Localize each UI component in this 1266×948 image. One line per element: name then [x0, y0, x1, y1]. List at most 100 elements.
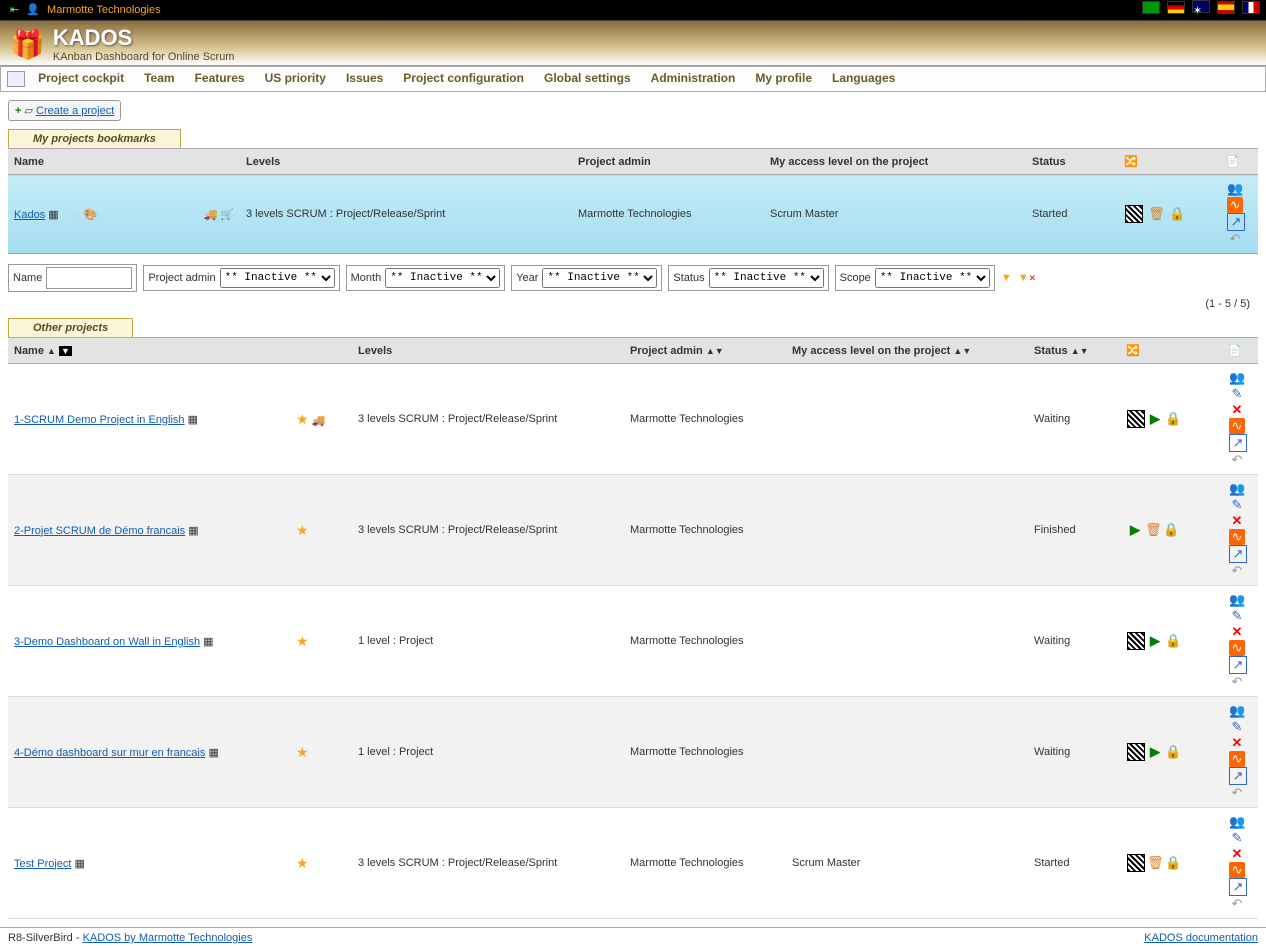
edit-icon[interactable]: ✎: [1229, 608, 1245, 624]
lock-icon[interactable]: 🔒: [1165, 411, 1181, 427]
undo-icon[interactable]: ↶: [1229, 785, 1245, 801]
lock-icon[interactable]: 🔒: [1169, 206, 1185, 222]
col2-name[interactable]: Name ▲ ▼: [8, 338, 290, 364]
trash-icon[interactable]: 🗑: [1145, 522, 1161, 538]
external-icon[interactable]: ↗: [1229, 878, 1247, 896]
grid-icon[interactable]: ▦: [208, 747, 218, 759]
nav-administration[interactable]: Administration: [651, 71, 736, 85]
project-row[interactable]: 3-Demo Dashboard on Wall in English ▦★ 1…: [8, 586, 1258, 697]
truck-icon[interactable]: 🚚: [204, 209, 218, 221]
external-icon[interactable]: ↗: [1227, 213, 1245, 231]
edit-icon[interactable]: ✎: [1229, 830, 1245, 846]
col-levels[interactable]: Levels: [240, 149, 572, 175]
star-icon[interactable]: ★: [296, 633, 309, 649]
funnel-icon[interactable]: ▼: [1001, 272, 1012, 284]
undo-icon[interactable]: ↶: [1229, 563, 1245, 579]
nav-project-configuration[interactable]: Project configuration: [403, 71, 524, 85]
col-access[interactable]: My access level on the project: [764, 149, 1026, 175]
col-admin[interactable]: Project admin: [572, 149, 764, 175]
grid-icon[interactable]: ▦: [75, 858, 85, 870]
cart-icon[interactable]: 🛒: [220, 209, 234, 221]
trash-icon[interactable]: 🗑: [1147, 855, 1163, 871]
project-name-link[interactable]: Test Project: [14, 858, 71, 870]
bookmark-name[interactable]: Kados: [14, 209, 45, 221]
play-icon[interactable]: ▶: [1147, 633, 1163, 649]
filter-status-select[interactable]: ** Inactive **: [709, 268, 824, 288]
undo-icon[interactable]: ↶: [1229, 452, 1245, 468]
star-icon[interactable]: ★: [296, 411, 309, 427]
trash-icon[interactable]: 🗑: [1148, 206, 1164, 222]
col2-admin[interactable]: Project admin ▲▼: [624, 338, 786, 364]
edit-icon[interactable]: ✎: [1229, 386, 1245, 402]
edit-icon[interactable]: ✎: [1229, 719, 1245, 735]
play-icon[interactable]: ▶: [1147, 744, 1163, 760]
rss-icon[interactable]: ∿: [1229, 640, 1245, 656]
edit-icon[interactable]: ✎: [1229, 497, 1245, 513]
lock-icon[interactable]: 🔒: [1163, 522, 1179, 538]
users-icon[interactable]: 👥: [1229, 481, 1245, 497]
external-icon[interactable]: ↗: [1229, 434, 1247, 452]
user-icon[interactable]: 👤: [26, 4, 40, 16]
project-row[interactable]: 4-Démo dashboard sur mur en francais ▦★ …: [8, 697, 1258, 808]
lock-icon[interactable]: 🔒: [1165, 633, 1181, 649]
delete-icon[interactable]: ✕: [1229, 735, 1245, 751]
col-name[interactable]: Name: [8, 149, 240, 175]
color-wheel-icon[interactable]: 🎨: [84, 209, 98, 221]
undo-icon[interactable]: ↶: [1227, 231, 1243, 247]
project-name-link[interactable]: 2-Projet SCRUM de Démo francais: [14, 525, 185, 537]
users-icon[interactable]: 👥: [1229, 814, 1245, 830]
rss-icon[interactable]: ∿: [1229, 529, 1245, 545]
nav-global-settings[interactable]: Global settings: [544, 71, 631, 85]
play-icon[interactable]: ▶: [1127, 522, 1143, 538]
external-icon[interactable]: ↗: [1229, 545, 1247, 563]
external-icon[interactable]: ↗: [1229, 656, 1247, 674]
project-name-link[interactable]: 1-SCRUM Demo Project in English: [14, 414, 185, 426]
rss-icon[interactable]: ∿: [1229, 751, 1245, 767]
play-icon[interactable]: ▶: [1147, 411, 1163, 427]
rss-icon[interactable]: ∿: [1229, 418, 1245, 434]
star-icon[interactable]: ☆: [71, 209, 81, 221]
col2-access[interactable]: My access level on the project ▲▼: [786, 338, 1028, 364]
grid-icon[interactable]: ▦: [48, 209, 58, 221]
create-project-button[interactable]: + ▱ Create a project: [8, 100, 121, 121]
nav-issues[interactable]: Issues: [346, 71, 383, 85]
nav-project-cockpit[interactable]: Project cockpit: [38, 71, 124, 85]
nav-my-profile[interactable]: My profile: [755, 71, 812, 85]
filter-admin-select[interactable]: ** Inactive **: [220, 268, 335, 288]
delete-icon[interactable]: ✕: [1229, 513, 1245, 529]
rss-icon[interactable]: ∿: [1229, 862, 1245, 878]
star-icon[interactable]: ★: [296, 744, 309, 760]
filter-scope-select[interactable]: ** Inactive **: [875, 268, 990, 288]
undo-icon[interactable]: ↶: [1229, 896, 1245, 912]
users-icon[interactable]: 👥: [1229, 703, 1245, 719]
grid-icon[interactable]: ▦: [188, 414, 198, 426]
funnel-clear-icon[interactable]: ▼✕: [1018, 272, 1036, 284]
col2-status[interactable]: Status ▲▼: [1028, 338, 1120, 364]
delete-icon[interactable]: ✕: [1229, 402, 1245, 418]
flag-icon[interactable]: [1125, 205, 1143, 223]
nav-languages[interactable]: Languages: [832, 71, 895, 85]
nav-us-priority[interactable]: US priority: [265, 71, 326, 85]
delete-icon[interactable]: ✕: [1229, 624, 1245, 640]
users-icon[interactable]: 👥: [1229, 592, 1245, 608]
nav-features[interactable]: Features: [195, 71, 245, 85]
filter-name-input[interactable]: [46, 267, 132, 289]
project-row[interactable]: 2-Projet SCRUM de Démo francais ▦★ 3 lev…: [8, 475, 1258, 586]
users-icon[interactable]: 👥: [1227, 181, 1243, 197]
filter-month-select[interactable]: ** Inactive **: [385, 268, 500, 288]
undo-icon[interactable]: ↶: [1229, 674, 1245, 690]
lock-icon[interactable]: 🔒: [1165, 744, 1181, 760]
truck-icon[interactable]: 🚚: [312, 415, 326, 427]
project-row[interactable]: 1-SCRUM Demo Project in English ▦★ 🚚3 le…: [8, 364, 1258, 475]
col-status[interactable]: Status: [1026, 149, 1118, 175]
flag-icon[interactable]: [1127, 743, 1145, 761]
doc-link[interactable]: KADOS documentation: [1144, 932, 1258, 944]
col2-levels[interactable]: Levels: [352, 338, 624, 364]
users-icon[interactable]: 👥: [1229, 370, 1245, 386]
star-icon[interactable]: ★: [296, 855, 309, 871]
rss-icon[interactable]: ∿: [1227, 197, 1243, 213]
flag-icon[interactable]: [1127, 410, 1145, 428]
flag-icon[interactable]: [1127, 632, 1145, 650]
language-flags[interactable]: ✶: [1138, 0, 1260, 20]
external-icon[interactable]: ↗: [1229, 767, 1247, 785]
